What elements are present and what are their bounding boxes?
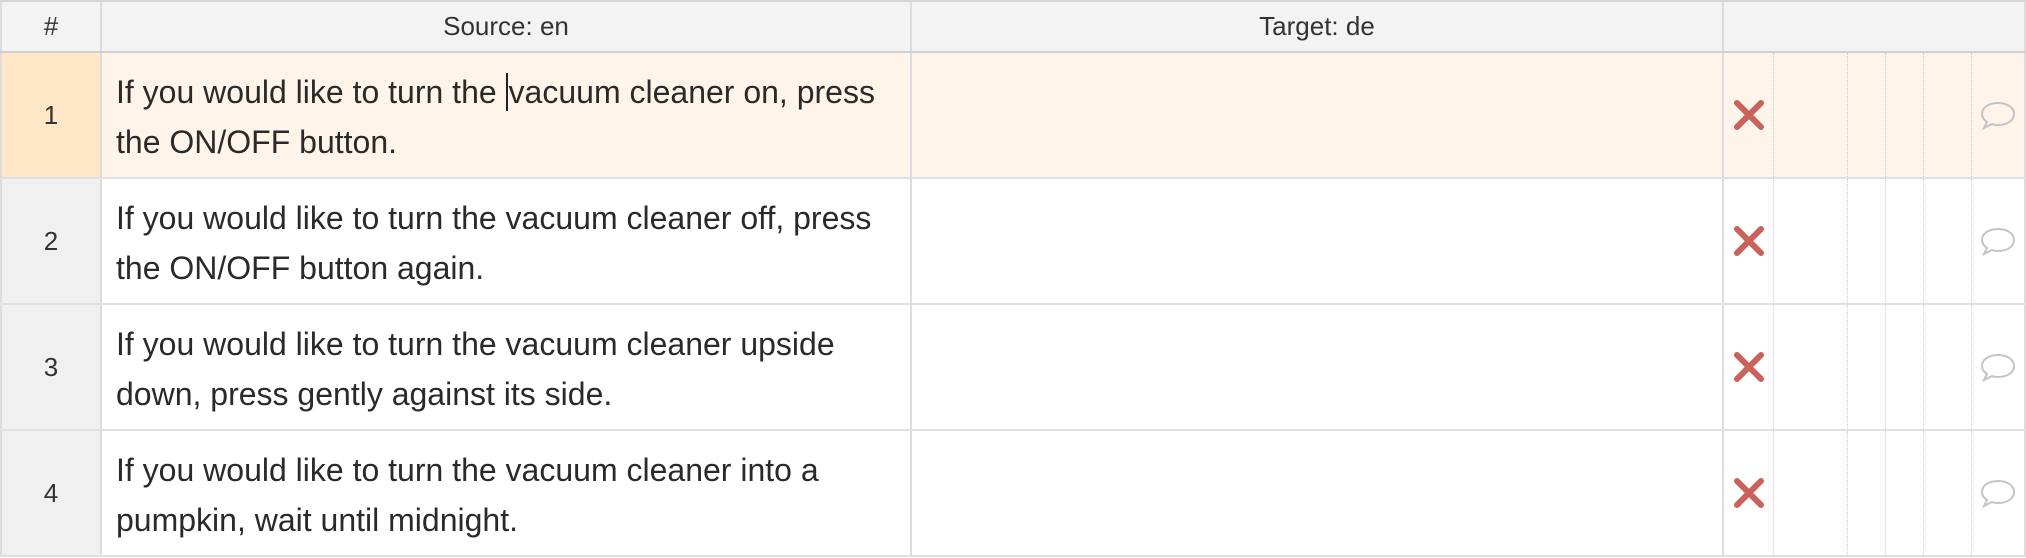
x-mark-icon[interactable] [1732, 350, 1766, 384]
tool-column [1886, 305, 1924, 429]
tool-column [1886, 431, 1924, 555]
column-header-target[interactable]: Target: de [912, 2, 1724, 51]
target-text-editor[interactable] [912, 53, 1724, 177]
source-text[interactable]: If you would like to turn the vacuum cle… [102, 53, 912, 177]
comment-cell[interactable] [1972, 53, 2024, 177]
comment-bubble-icon[interactable] [1979, 99, 2017, 131]
status-cell[interactable] [1724, 179, 1774, 303]
comment-cell[interactable] [1972, 431, 2024, 555]
tool-column [1924, 431, 1972, 555]
comment-bubble-icon[interactable] [1979, 351, 2017, 383]
tool-column [1774, 53, 1848, 177]
segment-number: 2 [0, 179, 102, 303]
tool-column [1924, 305, 1972, 429]
segment-row[interactable]: 1 If you would like to turn the vacuum c… [0, 53, 2026, 179]
column-header-tools [1724, 2, 2026, 51]
tool-column [1886, 179, 1924, 303]
tool-column [1924, 53, 1972, 177]
target-text-editor[interactable] [912, 305, 1724, 429]
target-text-editor[interactable] [912, 431, 1724, 555]
segment-row[interactable]: 2 If you would like to turn the vacuum c… [0, 179, 2026, 305]
tool-column [1886, 53, 1924, 177]
source-text-part: If you would like to turn the [116, 74, 506, 110]
target-text-editor[interactable] [912, 179, 1724, 303]
segment-tools [1724, 179, 2026, 303]
comment-cell[interactable] [1972, 305, 2024, 429]
source-text[interactable]: If you would like to turn the vacuum cle… [102, 431, 912, 555]
segment-number: 3 [0, 305, 102, 429]
comment-bubble-icon[interactable] [1979, 225, 2017, 257]
status-cell[interactable] [1724, 53, 1774, 177]
column-header-source[interactable]: Source: en [102, 2, 912, 51]
x-mark-icon[interactable] [1732, 224, 1766, 258]
x-mark-icon[interactable] [1732, 476, 1766, 510]
status-cell[interactable] [1724, 431, 1774, 555]
source-text[interactable]: If you would like to turn the vacuum cle… [102, 305, 912, 429]
tool-column [1848, 431, 1886, 555]
segment-number: 4 [0, 431, 102, 555]
segment-row[interactable]: 4 If you would like to turn the vacuum c… [0, 431, 2026, 557]
tool-column [1924, 179, 1972, 303]
text-caret [505, 73, 508, 111]
x-mark-icon[interactable] [1732, 98, 1766, 132]
tool-column [1848, 53, 1886, 177]
grid-header: # Source: en Target: de [0, 0, 2026, 53]
segment-row[interactable]: 3 If you would like to turn the vacuum c… [0, 305, 2026, 431]
segment-tools [1724, 53, 2026, 177]
tool-column [1848, 305, 1886, 429]
tool-column [1774, 431, 1848, 555]
column-header-number[interactable]: # [0, 2, 102, 51]
tool-column [1774, 305, 1848, 429]
segment-tools [1724, 431, 2026, 555]
tool-column [1774, 179, 1848, 303]
comment-cell[interactable] [1972, 179, 2024, 303]
segment-tools [1724, 305, 2026, 429]
segment-grid: # Source: en Target: de 1 If you would l… [0, 0, 2026, 558]
comment-bubble-icon[interactable] [1979, 477, 2017, 509]
source-text[interactable]: If you would like to turn the vacuum cle… [102, 179, 912, 303]
tool-column [1848, 179, 1886, 303]
segment-number: 1 [0, 53, 102, 177]
status-cell[interactable] [1724, 305, 1774, 429]
